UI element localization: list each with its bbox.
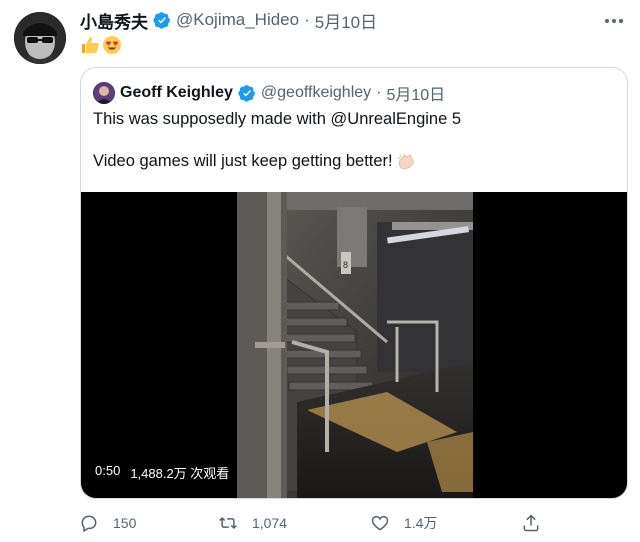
like-button[interactable]: 1.4万 — [370, 512, 437, 534]
quoted-text-line: Video games will just keep getting bette… — [93, 152, 393, 170]
reply-count: 150 — [113, 515, 137, 531]
thumbs-up-emoji — [82, 36, 99, 53]
retweet-icon — [219, 516, 237, 530]
video-views: 1,488.2万 次观看 — [130, 466, 230, 481]
retweet-button[interactable]: 1,074 — [218, 512, 287, 534]
tweet-date[interactable]: 5月10日 — [315, 8, 377, 33]
retweet-count: 1,074 — [252, 515, 288, 531]
reply-icon — [81, 515, 97, 533]
reply-button[interactable]: 150 — [79, 512, 136, 534]
verified-badge-icon — [153, 12, 170, 29]
video-thumbnail: 8 — [237, 192, 473, 498]
quoted-tweet[interactable]: Geoff Keighley @geoffkeighley · 5月10日 Th… — [80, 67, 628, 499]
clapping-hands-emoji — [397, 153, 414, 169]
video-meta: 0:50 1,488.2万 次观看 — [95, 463, 229, 482]
quoted-text: This was supposedly made with @UnrealEng… — [93, 108, 461, 172]
quoted-header: Geoff Keighley @geoffkeighley · 5月10日 — [93, 81, 445, 105]
separator-dot: · — [376, 84, 382, 101]
separator-dot: · — [304, 10, 310, 29]
tweet-header: 小島秀夫 @Kojima_Hideo · 5月10日 — [80, 8, 377, 32]
quoted-text-line: This was supposedly made with @UnrealEng… — [93, 110, 462, 128]
quoted-avatar[interactable] — [93, 82, 115, 104]
tweet-actions: 150 1,074 1.4万 — [0, 508, 640, 538]
author-name[interactable]: 小島秀夫 — [80, 8, 148, 33]
verified-badge-icon — [238, 85, 255, 102]
more-icon[interactable] — [602, 10, 626, 32]
author-avatar[interactable] — [14, 12, 66, 64]
heart-eyes-emoji — [103, 35, 121, 54]
like-count: 1.4万 — [404, 515, 438, 531]
like-icon — [371, 515, 389, 531]
share-icon — [523, 514, 539, 532]
tweet-text — [80, 32, 124, 56]
quoted-author-name[interactable]: Geoff Keighley — [120, 84, 233, 102]
quoted-handle[interactable]: @geoffkeighley — [261, 84, 371, 102]
video-duration: 0:50 — [95, 463, 121, 478]
quoted-date[interactable]: 5月10日 — [386, 81, 445, 105]
share-button[interactable] — [521, 512, 541, 534]
author-handle[interactable]: @Kojima_Hideo — [176, 10, 299, 30]
video-player[interactable]: 8 0:50 1,488.2万 次观看 — [81, 192, 627, 498]
